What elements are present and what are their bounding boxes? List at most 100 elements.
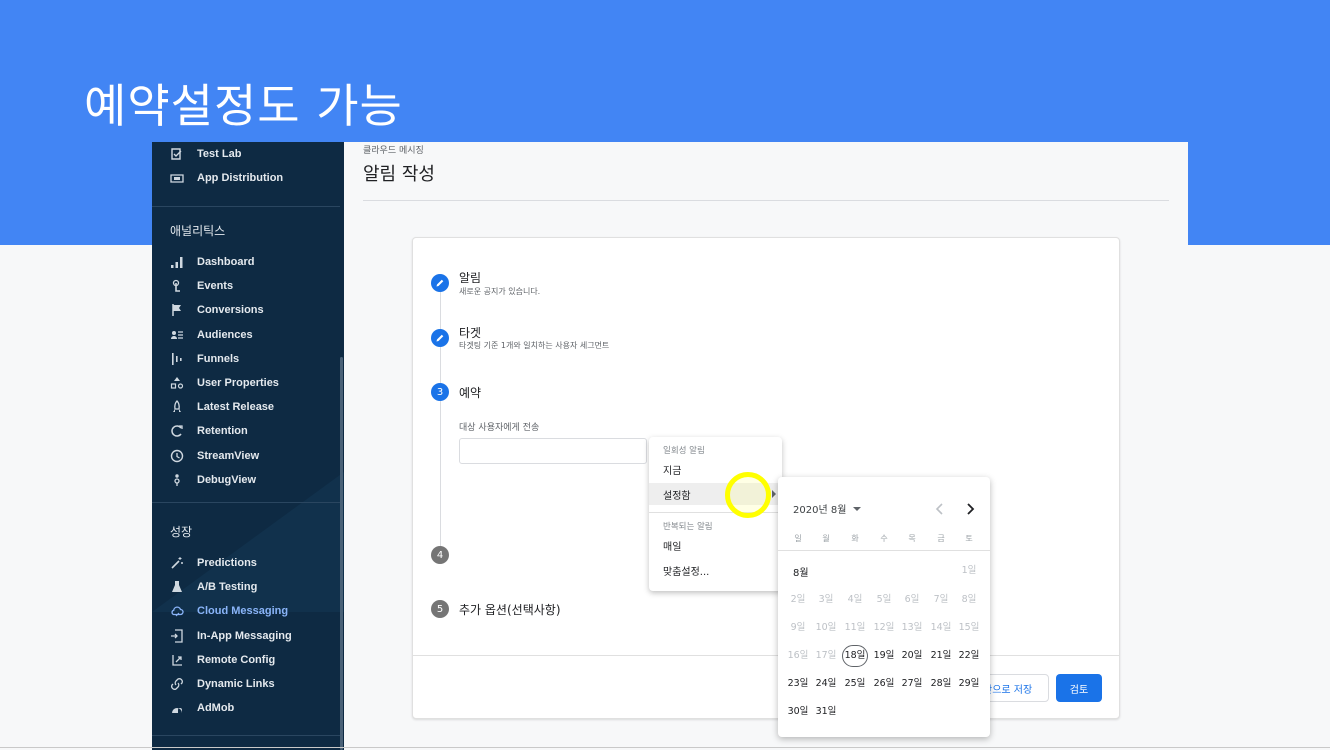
bar-chart-icon <box>170 255 184 269</box>
cursor-highlight <box>725 472 771 518</box>
month-year-label: 2020년 8월 <box>793 505 847 516</box>
calendar-day: 5일 <box>876 594 892 605</box>
sidebar-item-audiences[interactable]: Audiences <box>170 325 253 345</box>
flag-icon <box>170 303 184 317</box>
review-button[interactable]: 검토 <box>1056 674 1102 702</box>
header-divider <box>363 200 1169 201</box>
calendar-day[interactable]: 30일 <box>785 701 811 723</box>
menu-item-custom[interactable]: 맞춤설정... <box>649 559 782 581</box>
rocket-icon <box>170 400 184 414</box>
calendar-day[interactable]: 25일 <box>842 673 868 695</box>
date-picker: 2020년 8월 일 월 화 수 목 금 토 8월 1일 2일 3일 4일 5일 6일 7일 8일 9일 10… <box>778 477 990 737</box>
step-1-subtitle: 새로운 공지가 있습니다. <box>459 287 541 296</box>
calendar-day: 12일 <box>873 622 895 633</box>
step-2-edit-icon[interactable] <box>431 329 449 347</box>
sidebar-divider <box>152 206 340 207</box>
month-year-selector[interactable]: 2020년 8월 <box>793 501 862 516</box>
calendar-day[interactable]: 28일 <box>928 673 954 695</box>
sidebar-scrollbar[interactable] <box>340 357 343 750</box>
sidebar-item-in-app-messaging[interactable]: In-App Messaging <box>170 626 292 646</box>
step-3-badge: 3 <box>431 383 449 401</box>
slide-bottom-line <box>0 747 1330 748</box>
calendar-divider <box>778 550 990 551</box>
main-content: 클라우드 메시징 알림 작성 알림 새로운 공지가 있습니다. 타겟 타겟팅 기… <box>344 142 1188 750</box>
funnel-icon <box>170 352 184 366</box>
retention-icon <box>170 424 184 438</box>
calendar-day[interactable]: 29일 <box>956 673 982 695</box>
sidebar-section-analytics: 애널리틱스 <box>170 224 226 238</box>
calendar-day[interactable]: 27일 <box>899 673 925 695</box>
sidebar-item-cloud-messaging[interactable]: Cloud Messaging <box>170 601 288 621</box>
submenu-arrow-icon <box>772 490 776 498</box>
calendar-day: 13일 <box>901 622 923 633</box>
delivery-select[interactable] <box>459 438 647 464</box>
step-4-badge: 4 <box>431 546 449 564</box>
calendar-day[interactable]: 24일 <box>813 673 839 695</box>
sidebar-item-admob[interactable]: AdMob <box>170 698 234 718</box>
sidebar-item-label: Conversions <box>197 304 264 317</box>
sidebar-item-events[interactable]: Events <box>170 276 233 296</box>
weekday-label: 일 <box>794 534 802 543</box>
slide-title: 예약설정도 가능 <box>84 79 403 133</box>
previous-month-icon[interactable] <box>932 501 948 517</box>
calendar-day[interactable]: 26일 <box>871 673 897 695</box>
weekday-label: 금 <box>937 534 945 543</box>
calendar-day[interactable]: 23일 <box>785 673 811 695</box>
menu-item-daily[interactable]: 매일 <box>649 534 782 556</box>
sidebar-item-retention[interactable]: Retention <box>170 421 248 441</box>
calendar-day[interactable]: 19일 <box>871 645 897 667</box>
sidebar-item-user-properties[interactable]: User Properties <box>170 373 279 393</box>
calendar-month-label: 8월 <box>793 568 809 579</box>
cloud-messaging-icon <box>170 604 184 618</box>
calendar-day: 14일 <box>930 622 952 633</box>
sidebar-item-streamview[interactable]: StreamView <box>170 446 259 466</box>
debug-icon <box>170 473 184 487</box>
menu-group-one-time: 일회성 알림 <box>663 446 705 456</box>
calendar-day[interactable]: 21일 <box>928 645 954 667</box>
sidebar-item-predictions[interactable]: Predictions <box>170 553 257 573</box>
sidebar-item-dashboard[interactable]: Dashboard <box>170 252 254 272</box>
menu-item-label: 설정함 <box>663 490 691 502</box>
breadcrumb[interactable]: 클라우드 메시징 <box>363 143 424 156</box>
sidebar-item-dynamic-links[interactable]: Dynamic Links <box>170 674 275 694</box>
sidebar-item-label: Funnels <box>197 352 240 365</box>
clock-icon <box>170 449 184 463</box>
sidebar-item-a-b-testing[interactable]: A/B Testing <box>170 577 257 597</box>
sidebar-item-funnels[interactable]: Funnels <box>170 349 239 369</box>
sidebar-item-label: App Distribution <box>197 172 284 184</box>
sidebar-item-conversions[interactable]: Conversions <box>170 300 264 320</box>
sidebar-item-app-distribution[interactable]: App Distribution <box>170 168 283 188</box>
step-5-title[interactable]: 추가 옵션(선택사항) <box>459 601 561 618</box>
calendar-day-selected[interactable]: 18일 <box>842 645 868 667</box>
admob-icon <box>170 701 184 715</box>
sidebar-item-remote-config[interactable]: Remote Config <box>170 650 275 670</box>
sidebar-item-test-lab[interactable]: Test Lab <box>170 144 241 164</box>
calendar-day: 7일 <box>933 594 949 605</box>
in-app-messaging-icon <box>170 628 184 643</box>
calendar-day[interactable]: 31일 <box>813 701 839 723</box>
calendar-day[interactable]: 22일 <box>956 645 982 667</box>
touch-icon <box>170 279 184 293</box>
step-3-title: 예약 <box>459 386 482 400</box>
calendar-day[interactable]: 20일 <box>899 645 925 667</box>
weekday-label: 목 <box>908 534 916 543</box>
sidebar-item-label: Predictions <box>197 557 257 569</box>
next-month-icon[interactable] <box>962 501 978 517</box>
sidebar-item-debugview[interactable]: DebugView <box>170 470 256 490</box>
sidebar-item-latest-release[interactable]: Latest Release <box>170 397 274 417</box>
calendar-day: 9일 <box>790 622 806 633</box>
sidebar: Test Lab App Distribution 애널리틱스 Dashboard… <box>152 142 344 750</box>
deliver-label: 대상 사용자에게 전송 <box>459 423 540 433</box>
app-distribution-icon <box>170 171 184 185</box>
calendar-day: 11일 <box>844 622 866 633</box>
shapes-icon <box>170 376 184 390</box>
step-5-badge: 5 <box>431 600 449 618</box>
sidebar-item-label: Dashboard <box>197 256 255 268</box>
sidebar-item-label: A/B Testing <box>197 581 258 594</box>
audience-icon <box>170 328 184 342</box>
link-icon <box>170 677 184 691</box>
step-1-edit-icon[interactable] <box>431 274 449 292</box>
page-title: 알림 작성 <box>363 164 435 185</box>
calendar-day: 17일 <box>815 650 837 661</box>
calendar-day: 3일 <box>818 594 834 605</box>
